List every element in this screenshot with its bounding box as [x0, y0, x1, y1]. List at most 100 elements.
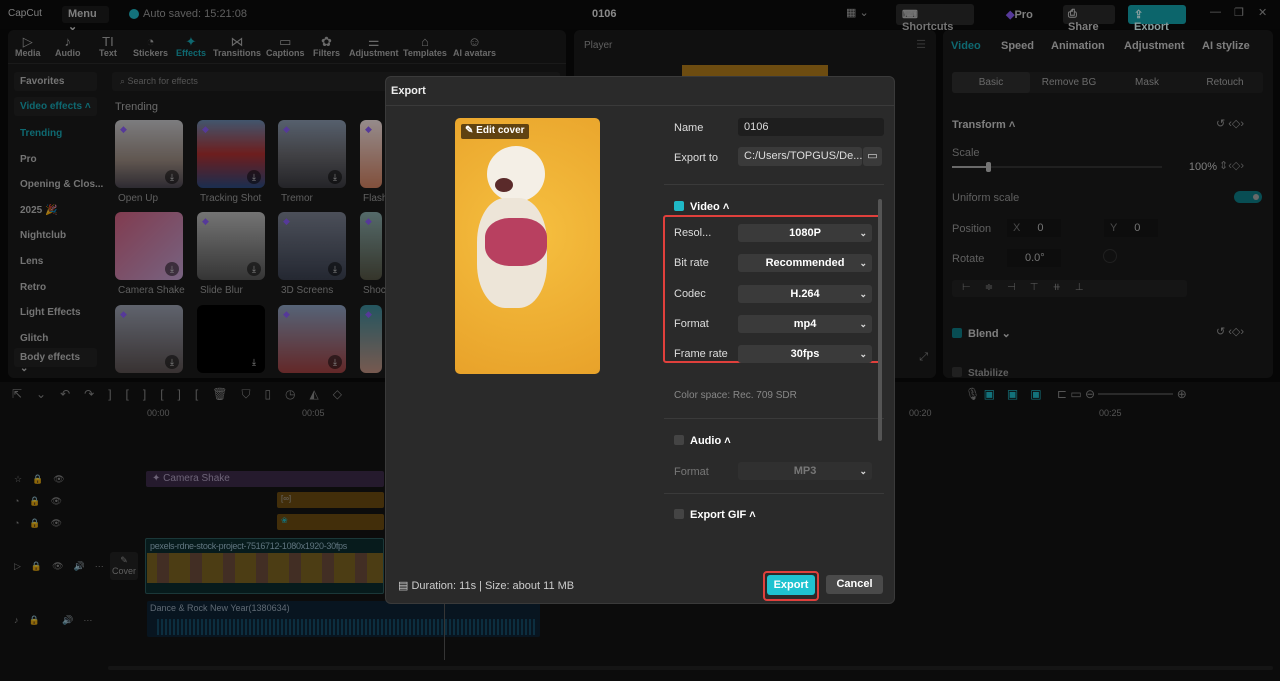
blend-section[interactable]: Blend ⌄	[952, 327, 1011, 340]
effect-thumbnail[interactable]: ◆ ⤓	[197, 212, 265, 280]
share-button[interactable]: ⎙ Share	[1063, 5, 1115, 33]
toolbar-transitions[interactable]: ⋈ Transitions	[213, 34, 261, 58]
category-item[interactable]: Nightclub	[20, 230, 66, 241]
effect-thumbnail[interactable]: ⤓	[197, 305, 265, 373]
layout-icon[interactable]: ▦ ⌄	[846, 6, 869, 19]
sticker-track-controls-2[interactable]: ◔🔒👁	[14, 518, 72, 529]
effect-thumbnail[interactable]: ◆ ⤓	[278, 305, 346, 373]
audio-format-select[interactable]: MP3 ⌄	[738, 462, 872, 480]
effect-thumbnail[interactable]: ◆	[360, 305, 382, 373]
effect-thumbnail[interactable]: ◆	[360, 212, 382, 280]
download-icon[interactable]: ⤓	[328, 355, 342, 369]
scale-value[interactable]: 100%	[1177, 158, 1217, 176]
subtab-retouch[interactable]: Retouch	[1186, 72, 1264, 93]
toolbar-ai-avatars[interactable]: ☺ AI avatars	[453, 34, 496, 58]
settings-scrollbar[interactable]	[878, 199, 882, 441]
effect-thumbnail[interactable]: ◆ ⤓	[115, 120, 183, 188]
effect-thumbnail[interactable]: ◆	[360, 120, 382, 188]
cover-preview[interactable]: ✎ Edit cover	[455, 118, 600, 374]
subtab-basic[interactable]: Basic	[952, 72, 1030, 93]
effect-track-controls[interactable]: ☆🔒👁	[14, 474, 75, 485]
effect-thumbnail[interactable]: ◆ ⤓	[197, 120, 265, 188]
video-effects-toggle[interactable]: Video effects ˄	[14, 97, 97, 116]
category-item[interactable]: 2025 🎉	[20, 205, 57, 216]
folder-icon[interactable]: ▭	[863, 147, 882, 166]
rotate-input[interactable]: 0.0°	[1007, 249, 1061, 267]
timeline-right-toolbar[interactable]: 🎙 ▣▣▣ ⊏ ▭ ⊖ ⊕	[965, 387, 1187, 401]
keyframe-icon[interactable]: ⇕‹◇›	[1219, 159, 1244, 172]
category-item[interactable]: Trending	[20, 128, 62, 139]
effect-thumbnail[interactable]: ◆ ⤓	[278, 120, 346, 188]
sticker-clip[interactable]: [∞]	[277, 492, 384, 508]
sticker-clip-2[interactable]: ❀	[277, 514, 384, 530]
download-icon[interactable]: ⤓	[328, 170, 342, 184]
playhead[interactable]	[444, 604, 445, 660]
download-icon[interactable]: ⤓	[247, 262, 261, 276]
export-top-button[interactable]: ⇪ Export	[1128, 5, 1186, 33]
export-path-input[interactable]: C:/Users/TOPGUS/De...	[738, 147, 862, 166]
rotate-dial[interactable]	[1103, 249, 1117, 263]
timeline-scrollbar[interactable]	[108, 666, 1273, 670]
export-button[interactable]: Export	[767, 575, 815, 595]
category-item[interactable]: Retro	[20, 282, 46, 293]
toolbar-effects[interactable]: ✦ Effects	[176, 34, 206, 58]
reset-icon[interactable]: ↺ ‹◇›	[1216, 117, 1244, 130]
download-icon[interactable]: ⤓	[165, 170, 179, 184]
setting-select[interactable]: Recommended ⌄	[738, 254, 872, 273]
subtab-mask[interactable]: Mask	[1108, 72, 1186, 93]
transform-heading[interactable]: Transform ˄	[952, 119, 1015, 131]
video-track-controls[interactable]: ▷🔒👁🔊⋯	[14, 561, 114, 572]
download-icon[interactable]: ⤓	[328, 262, 342, 276]
setting-select[interactable]: mp4 ⌄	[738, 314, 872, 333]
setting-select[interactable]: 30fps ⌄	[738, 345, 872, 364]
timeline-toolbar[interactable]: ⇱⌄↶↷][][][🗑⛉▯◷◭◇	[12, 387, 356, 402]
toolbar-adjustment[interactable]: ⚌ Adjustment	[349, 34, 399, 58]
effect-thumbnail[interactable]: ◆ ⤓	[278, 212, 346, 280]
effect-thumbnail[interactable]: ◆ ⤓	[115, 305, 183, 373]
video-clip[interactable]: pexels-rdne-stock-project-7516712-1080x1…	[145, 538, 384, 594]
tab-speed[interactable]: Speed	[1001, 40, 1034, 52]
stabilize-section[interactable]: Stabilize	[952, 367, 1009, 379]
subtab-remove-bg[interactable]: Remove BG	[1030, 72, 1108, 93]
setting-select[interactable]: H.264 ⌄	[738, 284, 872, 303]
restore-icon[interactable]: ❐	[1234, 6, 1244, 19]
download-icon[interactable]: ⤓	[165, 262, 179, 276]
cover-button[interactable]: ✎ Cover	[110, 552, 138, 580]
toolbar-captions[interactable]: ▭ Captions	[266, 34, 305, 58]
export-gif-toggle[interactable]: Export GIF ˄	[674, 509, 756, 521]
fullscreen-icon[interactable]: ⤢	[919, 351, 928, 364]
setting-select[interactable]: 1080P ⌄	[738, 224, 872, 242]
toolbar-filters[interactable]: ✿ Filters	[313, 34, 340, 58]
align-toolbar[interactable]: ⊢≑⊣⊤⧺⊥	[952, 280, 1187, 297]
tab-video[interactable]: Video	[951, 40, 981, 52]
tab-ai-stylize[interactable]: AI stylize	[1202, 40, 1250, 52]
favorites-button[interactable]: Favorites	[14, 72, 97, 91]
toolbar-templates[interactable]: ⌂ Templates	[403, 34, 447, 58]
category-item[interactable]: Lens	[20, 256, 43, 267]
blend-reset-icon[interactable]: ↺ ‹◇›	[1216, 325, 1244, 338]
download-icon[interactable]: ⤓	[165, 355, 179, 369]
pro-button[interactable]: ◆Pro	[1002, 6, 1037, 23]
effect-clip[interactable]: ✦ Camera Shake	[146, 471, 384, 487]
audio-track-controls[interactable]: ♪🔒 🔊⋯	[14, 615, 102, 626]
effect-thumbnail[interactable]: ⤓	[115, 212, 183, 280]
name-input[interactable]: 0106	[738, 118, 884, 136]
download-icon[interactable]: ⤓	[247, 170, 261, 184]
video-section-toggle[interactable]: Video ˄	[674, 201, 729, 213]
edit-cover-button[interactable]: ✎ Edit cover	[461, 124, 529, 139]
shortcuts-button[interactable]: ⌨ Shortcuts	[896, 4, 974, 33]
download-icon[interactable]: ⤓	[247, 355, 261, 369]
uniform-scale-toggle[interactable]	[1234, 191, 1262, 203]
position-x-input[interactable]: X 0	[1007, 219, 1061, 237]
toolbar-audio[interactable]: ♪ Audio	[55, 34, 81, 58]
minimize-icon[interactable]: —	[1210, 6, 1221, 18]
sticker-track-controls[interactable]: ◔🔒👁	[14, 496, 72, 507]
toolbar-stickers[interactable]: ◔ Stickers	[133, 34, 168, 58]
category-item[interactable]: Glitch	[20, 333, 48, 344]
toolbar-text[interactable]: TI Text	[99, 34, 117, 58]
audio-section-toggle[interactable]: Audio ˄	[674, 435, 731, 447]
category-item[interactable]: Light Effects	[20, 307, 81, 318]
audio-clip[interactable]: Dance & Rock New Year(1380634)	[147, 601, 540, 637]
scale-slider[interactable]	[952, 162, 1162, 172]
position-y-input[interactable]: Y 0	[1104, 219, 1158, 237]
